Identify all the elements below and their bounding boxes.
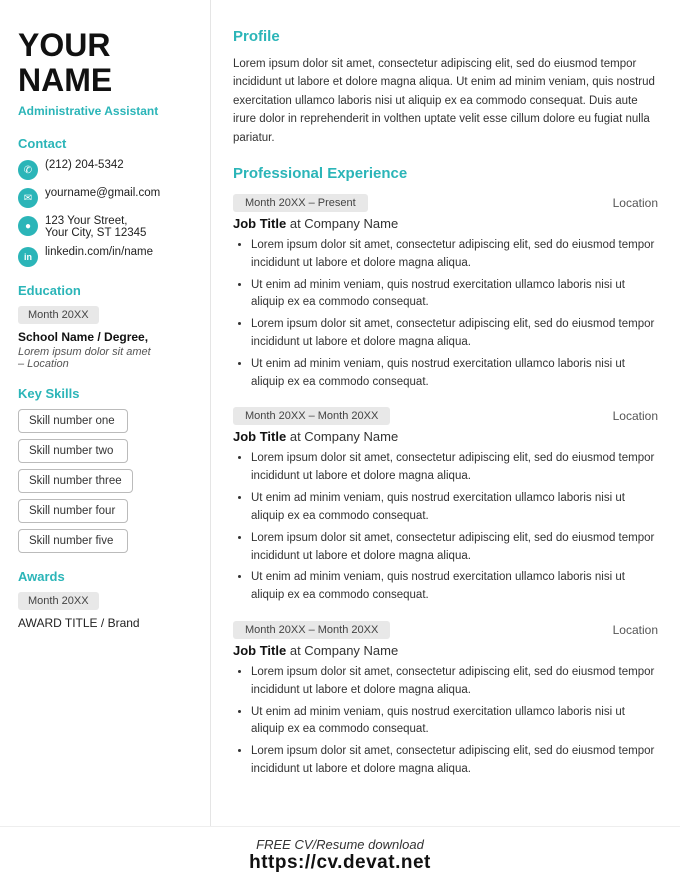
edu-date: Month 20XX <box>18 306 99 324</box>
exp-at-3: at Company Name <box>290 643 398 658</box>
bullet-1-4: Ut enim ad minim veniam, quis nostrud ex… <box>251 356 658 392</box>
exp-date-1: Month 20XX – Present <box>233 194 368 212</box>
profile-heading: Profile <box>233 28 658 45</box>
name-line2: NAME <box>18 62 112 98</box>
footer-watermark: FREE CV/Resume download https://cv.devat… <box>0 826 680 880</box>
exp-header-2: Month 20XX – Month 20XX Location <box>233 407 658 425</box>
profile-text: Lorem ipsum dolor sit amet, consectetur … <box>233 55 658 147</box>
skill-2: Skill number two <box>18 439 128 463</box>
awards-label: Awards <box>18 569 192 584</box>
experience-heading: Professional Experience <box>233 165 658 182</box>
exp-header-3: Month 20XX – Month 20XX Location <box>233 621 658 639</box>
skills-list: Skill number one Skill number two Skill … <box>18 409 192 553</box>
sidebar-job-title: Administrative Assistant <box>18 104 192 118</box>
bullet-3-2: Ut enim ad minim veniam, quis nostrud ex… <box>251 704 658 740</box>
exp-location-2: Location <box>613 409 658 423</box>
exp-location-3: Location <box>613 623 658 637</box>
exp-at-1: at Company Name <box>290 216 398 231</box>
bullet-1-2: Ut enim ad minim veniam, quis nostrud ex… <box>251 277 658 313</box>
bullet-3-3: Lorem ipsum dolor sit amet, consectetur … <box>251 743 658 779</box>
sidebar: YOUR NAME Administrative Assistant Conta… <box>0 0 210 826</box>
bullet-2-4: Ut enim ad minim veniam, quis nostrud ex… <box>251 569 658 605</box>
contact-address-text: 123 Your Street,Your City, ST 12345 <box>45 215 146 239</box>
exp-date-2: Month 20XX – Month 20XX <box>233 407 390 425</box>
education-label: Education <box>18 283 192 298</box>
exp-entry-3: Month 20XX – Month 20XX Location Job Tit… <box>233 621 658 779</box>
exp-entry-1: Month 20XX – Present Location Job Title … <box>233 194 658 392</box>
phone-icon: ✆ <box>18 160 38 180</box>
contact-phone-text: (212) 204-5342 <box>45 159 124 171</box>
contact-list: ✆ (212) 204-5342 ✉ yourname@gmail.com ● … <box>18 159 192 267</box>
bullet-1-3: Lorem ipsum dolor sit amet, consectetur … <box>251 316 658 352</box>
exp-job-1: Job Title at Company Name <box>233 216 658 231</box>
education-section: Month 20XX School Name / Degree, Lorem i… <box>18 306 192 370</box>
contact-phone: ✆ (212) 204-5342 <box>18 159 192 180</box>
exp-date-3: Month 20XX – Month 20XX <box>233 621 390 639</box>
sidebar-name: YOUR NAME <box>18 28 192 98</box>
footer-line1: FREE CV/Resume download <box>0 837 680 852</box>
skill-3: Skill number three <box>18 469 133 493</box>
linkedin-icon: in <box>18 247 38 267</box>
footer-line2: https://cv.devat.net <box>0 852 680 874</box>
bullet-2-2: Ut enim ad minim veniam, quis nostrud ex… <box>251 490 658 526</box>
exp-location-1: Location <box>613 196 658 210</box>
skill-4: Skill number four <box>18 499 128 523</box>
exp-title-1: Job Title <box>233 216 286 231</box>
edu-desc: Lorem ipsum dolor sit amet– Location <box>18 346 192 370</box>
bullet-2-1: Lorem ipsum dolor sit amet, consectetur … <box>251 450 658 486</box>
awards-section: Month 20XX AWARD TITLE / Brand <box>18 592 192 630</box>
page: YOUR NAME Administrative Assistant Conta… <box>0 0 680 880</box>
main-content: YOUR NAME Administrative Assistant Conta… <box>0 0 680 826</box>
bullet-3-1: Lorem ipsum dolor sit amet, consectetur … <box>251 664 658 700</box>
bullet-2-3: Lorem ipsum dolor sit amet, consectetur … <box>251 530 658 566</box>
contact-linkedin-text: linkedin.com/in/name <box>45 246 153 258</box>
exp-job-2: Job Title at Company Name <box>233 429 658 444</box>
awards-date: Month 20XX <box>18 592 99 610</box>
skills-label: Key Skills <box>18 386 192 401</box>
right-panel: Profile Lorem ipsum dolor sit amet, cons… <box>210 0 680 826</box>
name-line1: YOUR <box>18 27 110 63</box>
skill-1: Skill number one <box>18 409 128 433</box>
exp-entry-2: Month 20XX – Month 20XX Location Job Tit… <box>233 407 658 605</box>
award-title: AWARD TITLE / Brand <box>18 616 192 630</box>
exp-title-2: Job Title <box>233 429 286 444</box>
email-icon: ✉ <box>18 188 38 208</box>
exp-title-3: Job Title <box>233 643 286 658</box>
contact-label: Contact <box>18 136 192 151</box>
contact-email-text: yourname@gmail.com <box>45 187 160 199</box>
skill-5: Skill number five <box>18 529 128 553</box>
exp-header-1: Month 20XX – Present Location <box>233 194 658 212</box>
exp-bullets-1: Lorem ipsum dolor sit amet, consectetur … <box>233 237 658 392</box>
exp-job-3: Job Title at Company Name <box>233 643 658 658</box>
exp-bullets-3: Lorem ipsum dolor sit amet, consectetur … <box>233 664 658 779</box>
bullet-1-1: Lorem ipsum dolor sit amet, consectetur … <box>251 237 658 273</box>
contact-email: ✉ yourname@gmail.com <box>18 187 192 208</box>
contact-linkedin: in linkedin.com/in/name <box>18 246 192 267</box>
exp-at-2: at Company Name <box>290 429 398 444</box>
edu-school: School Name / Degree, <box>18 330 192 344</box>
location-icon: ● <box>18 216 38 236</box>
exp-bullets-2: Lorem ipsum dolor sit amet, consectetur … <box>233 450 658 605</box>
contact-address: ● 123 Your Street,Your City, ST 12345 <box>18 215 192 239</box>
